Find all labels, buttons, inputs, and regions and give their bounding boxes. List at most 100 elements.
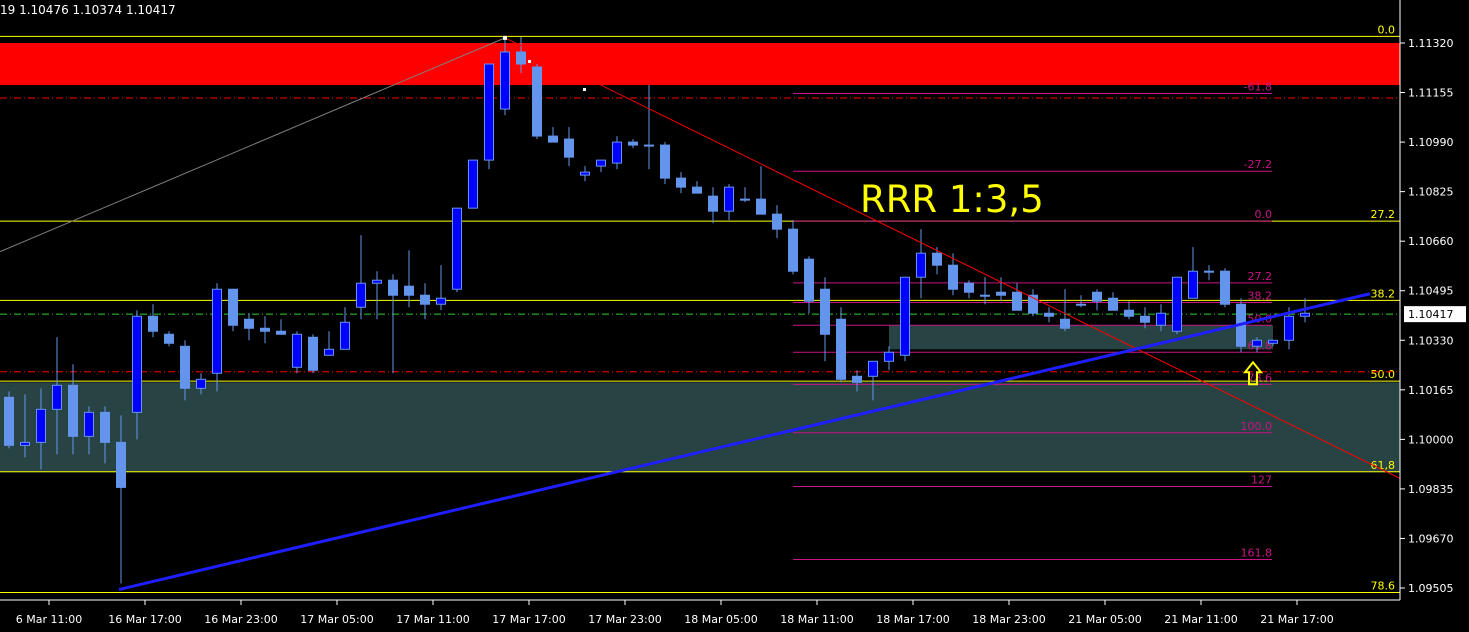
- candle: [964, 280, 974, 299]
- candle: [404, 250, 414, 308]
- candle-body: [1076, 303, 1086, 306]
- candle-body: [980, 294, 990, 297]
- candle-body: [84, 411, 94, 437]
- candle-body: [1044, 312, 1054, 317]
- candle-body: [660, 144, 670, 179]
- candle-body: [1012, 291, 1022, 311]
- candle-body: [724, 186, 734, 212]
- candle-body: [1300, 312, 1310, 317]
- candle: [276, 319, 286, 335]
- y-tick-label: 1.09505: [1408, 582, 1454, 595]
- y-tick-label: 1.10825: [1408, 186, 1454, 199]
- overlay-layer: [0, 35, 1401, 591]
- candle-body: [228, 288, 238, 326]
- candle: [932, 247, 942, 275]
- y-tick-label: 1.11320: [1408, 37, 1454, 50]
- y-tick-label: 1.10990: [1408, 136, 1454, 149]
- candle-body: [548, 135, 558, 143]
- candle-body: [1092, 291, 1102, 302]
- candle: [820, 277, 830, 362]
- fib-pink-label: 0.0: [1255, 208, 1273, 221]
- candle: [1188, 247, 1198, 299]
- candle-body: [948, 264, 958, 290]
- candle-body: [884, 351, 894, 362]
- candle: [148, 304, 158, 338]
- candle: [212, 283, 222, 392]
- zone-resistance: [0, 43, 1400, 86]
- candle-body: [644, 144, 654, 147]
- candle: [612, 136, 622, 170]
- candle: [452, 207, 462, 293]
- candle-body: [932, 252, 942, 266]
- candle-body: [916, 252, 926, 278]
- candle-body: [564, 138, 574, 158]
- candle-body: [180, 345, 190, 389]
- candle: [724, 184, 734, 221]
- candle-body: [1284, 315, 1294, 341]
- candle-body: [820, 288, 830, 335]
- candle: [916, 229, 926, 299]
- candle: [356, 235, 366, 320]
- candle-body: [196, 378, 206, 389]
- fib-yellow-label: 50.0: [1371, 368, 1396, 381]
- candle-body: [756, 198, 766, 215]
- candle: [1076, 295, 1086, 308]
- candle: [324, 331, 334, 356]
- candle: [1172, 276, 1182, 335]
- candle: [580, 166, 590, 182]
- price-chart[interactable]: 0.027.238.250.061,878.6-61.8-27.20.027.2…: [0, 0, 1469, 632]
- candle: [372, 271, 382, 320]
- y-tick-label: 1.11155: [1408, 87, 1454, 100]
- candle: [564, 127, 574, 167]
- candle-body: [868, 360, 878, 377]
- fib-yellow-label: 27.2: [1371, 208, 1396, 221]
- candle-body: [292, 333, 302, 368]
- candle-body: [1188, 270, 1198, 299]
- candle: [772, 205, 782, 239]
- candle-body: [788, 228, 798, 272]
- candle: [708, 187, 718, 224]
- candle-body: [436, 297, 446, 305]
- candle: [1220, 268, 1230, 308]
- candle-body: [1204, 270, 1214, 273]
- candle-body: [212, 288, 222, 374]
- fib-pink-label: 38.2: [1248, 289, 1273, 302]
- candle-body: [1268, 339, 1278, 344]
- candle-body: [404, 285, 414, 296]
- candle: [740, 187, 750, 203]
- candle: [628, 139, 638, 149]
- fib-pink-label: 161.8: [1241, 546, 1273, 559]
- candle-body: [1108, 297, 1118, 311]
- candle-body: [452, 207, 462, 290]
- swing-marker: [583, 88, 586, 91]
- candle: [836, 307, 846, 383]
- candle: [660, 142, 670, 185]
- x-tick-label: 16 Mar 17:00: [108, 613, 181, 626]
- candle-body: [340, 321, 350, 350]
- zone-layer: [0, 43, 1400, 473]
- candle: [468, 159, 478, 209]
- candle: [532, 64, 542, 140]
- fib-pink-label: -61.8: [1244, 80, 1272, 93]
- candle-body: [324, 348, 334, 356]
- candle-body: [100, 411, 110, 443]
- candle-body: [276, 330, 286, 335]
- candle: [756, 166, 766, 215]
- candle-body: [676, 177, 686, 188]
- fib-pink-label: 27.2: [1248, 270, 1273, 283]
- candle-body: [164, 333, 174, 344]
- candle: [804, 256, 814, 314]
- y-tick-label: 1.10165: [1408, 384, 1454, 397]
- candle: [788, 220, 798, 275]
- candle: [1204, 265, 1214, 281]
- candle: [1108, 292, 1118, 311]
- candle: [164, 331, 174, 347]
- candle-body: [36, 408, 46, 443]
- ohlc-readout: 19 1.10476 1.10374 1.10417: [0, 3, 176, 17]
- candle-body: [740, 198, 750, 201]
- candle-body: [852, 375, 862, 383]
- candle-body: [1156, 312, 1166, 326]
- y-tick-label: 1.10000: [1408, 433, 1454, 446]
- fib-pink-label: 100.0: [1241, 420, 1273, 433]
- candle-body: [20, 441, 30, 446]
